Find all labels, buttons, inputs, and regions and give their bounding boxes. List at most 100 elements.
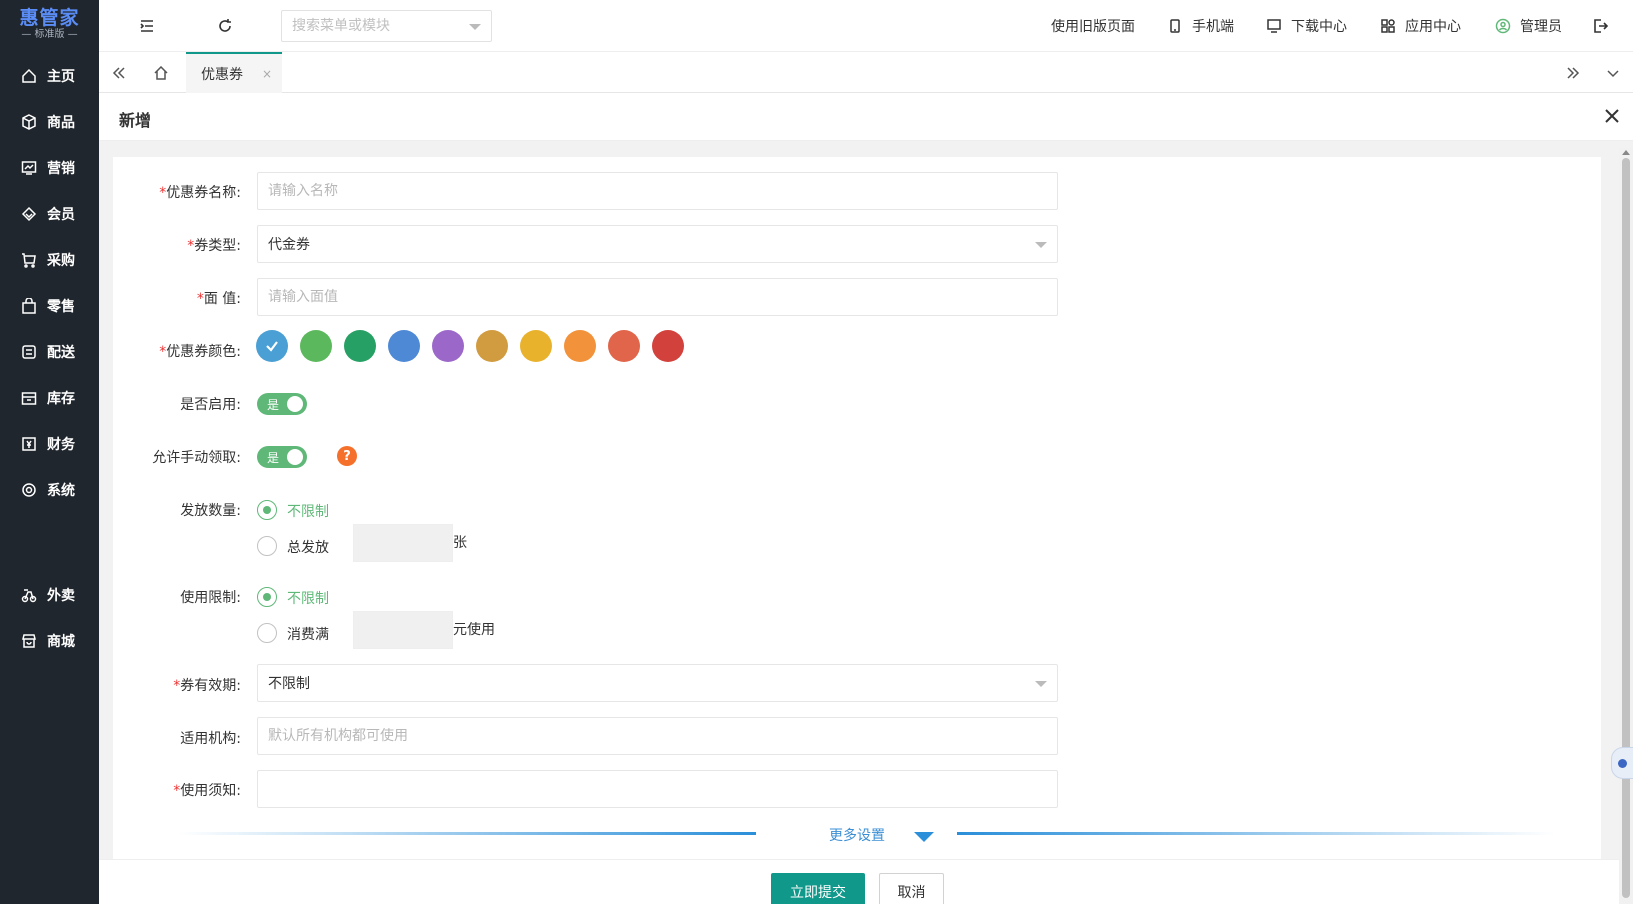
notice-input[interactable] (257, 770, 1058, 808)
delivery-icon (20, 343, 38, 361)
sidebar-item-member[interactable]: 会员 (0, 192, 99, 236)
mobile-label: 手机端 (1192, 19, 1234, 35)
color-swatch[interactable] (256, 330, 288, 362)
sidebar-item-marketing[interactable]: 营销 (0, 146, 99, 190)
color-swatch[interactable] (388, 330, 420, 362)
cancel-button[interactable]: 取消 (879, 873, 944, 904)
user-menu[interactable]: 管理员 (1495, 0, 1562, 52)
chevron-down-icon[interactable] (469, 24, 481, 30)
manual-claim-toggle[interactable]: 是 (257, 446, 307, 468)
logo[interactable]: 惠管家 — 标准版 — (0, 0, 99, 48)
quantity-unlimited-label[interactable]: 不限制 (287, 501, 329, 521)
quantity-total-input[interactable] (353, 524, 453, 562)
sidebar-item-label: 采购 (47, 253, 75, 269)
assistant-float-icon[interactable] (1611, 747, 1633, 779)
color-swatch[interactable] (344, 330, 376, 362)
sidebar-item-label: 库存 (47, 391, 75, 407)
user-icon (1495, 18, 1511, 34)
color-swatch[interactable] (564, 330, 596, 362)
sidebar-item-goods[interactable]: 商品 (0, 100, 99, 144)
home-tab-icon[interactable] (141, 52, 181, 93)
tab-scroll-left-icon[interactable] (99, 52, 139, 93)
bag-icon (20, 297, 38, 315)
mobile-link[interactable]: 手机端 (1167, 0, 1234, 52)
sidebar-item-home[interactable]: 主页 (0, 54, 99, 98)
sidebar-item-system[interactable]: 系统 (0, 468, 99, 512)
usage-limit-label: 使用限制: (180, 590, 241, 606)
enabled-toggle[interactable]: 是 (257, 393, 307, 415)
quantity-total-label[interactable]: 总发放 (287, 537, 329, 557)
app-center-link[interactable]: 应用中心 (1380, 0, 1461, 52)
check-icon (266, 341, 278, 352)
color-swatch[interactable] (476, 330, 508, 362)
help-icon[interactable]: ? (337, 446, 357, 466)
limit-min-spend-radio[interactable] (257, 623, 277, 643)
limit-unlimited-radio[interactable] (257, 587, 277, 607)
close-icon[interactable]: × (262, 67, 272, 81)
finance-icon (20, 435, 38, 453)
coupon-name-input[interactable] (257, 172, 1058, 210)
min-spend-input[interactable] (353, 611, 453, 649)
sidebar-item-takeout[interactable]: 外卖 (0, 573, 99, 617)
coupon-type-label: *券类型: (187, 238, 241, 254)
quantity-label: 发放数量: (180, 503, 241, 519)
coupon-type-value: 代金券 (268, 237, 310, 253)
old-version-link[interactable]: 使用旧版页面 (1051, 0, 1135, 52)
bike-icon (20, 586, 38, 604)
sidebar-item-label: 主页 (47, 69, 75, 85)
coupon-type-select[interactable]: 代金券 (257, 225, 1058, 263)
limit-unlimited-label[interactable]: 不限制 (287, 588, 329, 608)
box-icon (20, 113, 38, 131)
download-center-link[interactable]: 下载中心 (1266, 0, 1347, 52)
tab-coupon[interactable]: 优惠券 × (186, 52, 282, 93)
min-spend-unit: 元使用 (453, 622, 495, 638)
coupon-color-label: *优惠券颜色: (159, 344, 241, 360)
face-value-input[interactable] (257, 278, 1058, 316)
coupon-name-label: *优惠券名称: (159, 185, 241, 201)
divider-right (957, 832, 1555, 835)
dialog-close-icon[interactable] (1601, 105, 1623, 127)
submit-button[interactable]: 立即提交 (771, 873, 865, 904)
dialog-header: 新增 (99, 93, 1633, 141)
monitor-icon (1267, 19, 1281, 33)
menu-search-select[interactable] (281, 10, 492, 42)
quantity-unlimited-radio[interactable] (257, 500, 277, 520)
scrollbar[interactable] (1619, 148, 1633, 904)
more-settings-link[interactable]: 更多设置 (829, 825, 885, 845)
color-swatch[interactable] (608, 330, 640, 362)
notice-label: *使用须知: (173, 783, 241, 799)
sidebar-item-retail[interactable]: 零售 (0, 284, 99, 328)
chevron-down-icon (1035, 681, 1047, 687)
tab-menu-chevron-down-icon[interactable] (1593, 52, 1633, 93)
download-center-label: 下载中心 (1291, 19, 1347, 35)
sidebar-item-purchase[interactable]: 采购 (0, 238, 99, 282)
sidebar-item-delivery[interactable]: 配送 (0, 330, 99, 374)
limit-min-spend-label[interactable]: 消费满 (287, 624, 329, 644)
settings-icon (20, 481, 38, 499)
org-input[interactable] (257, 717, 1058, 755)
color-swatch[interactable] (432, 330, 464, 362)
validity-select[interactable]: 不限制 (257, 664, 1058, 702)
menu-toggle-icon[interactable] (137, 16, 157, 36)
toggle-knob (287, 396, 303, 412)
sidebar-item-inventory[interactable]: 库存 (0, 376, 99, 420)
search-input[interactable] (282, 11, 462, 41)
refresh-icon[interactable] (215, 16, 235, 36)
scroll-up-icon[interactable] (1622, 150, 1630, 155)
sidebar-item-label: 外卖 (47, 588, 75, 604)
cart-icon (20, 251, 38, 269)
sidebar-item-label: 财务 (47, 437, 75, 453)
sidebar-item-finance[interactable]: 财务 (0, 422, 99, 466)
logout-icon[interactable] (1590, 16, 1610, 36)
chevron-down-icon[interactable] (914, 832, 934, 842)
sidebar-item-mall[interactable]: 商城 (0, 619, 99, 663)
color-swatch[interactable] (652, 330, 684, 362)
color-swatch[interactable] (520, 330, 552, 362)
sidebar-item-label: 商品 (47, 115, 75, 131)
sidebar: 惠管家 — 标准版 — 主页 商品 营销 会员 采购 零售 配送 库存 财务 系… (0, 0, 99, 904)
toggle-knob (287, 449, 303, 465)
scrollbar-thumb[interactable] (1622, 158, 1630, 898)
quantity-total-radio[interactable] (257, 536, 277, 556)
color-swatch[interactable] (300, 330, 332, 362)
tab-scroll-right-icon[interactable] (1553, 52, 1593, 93)
